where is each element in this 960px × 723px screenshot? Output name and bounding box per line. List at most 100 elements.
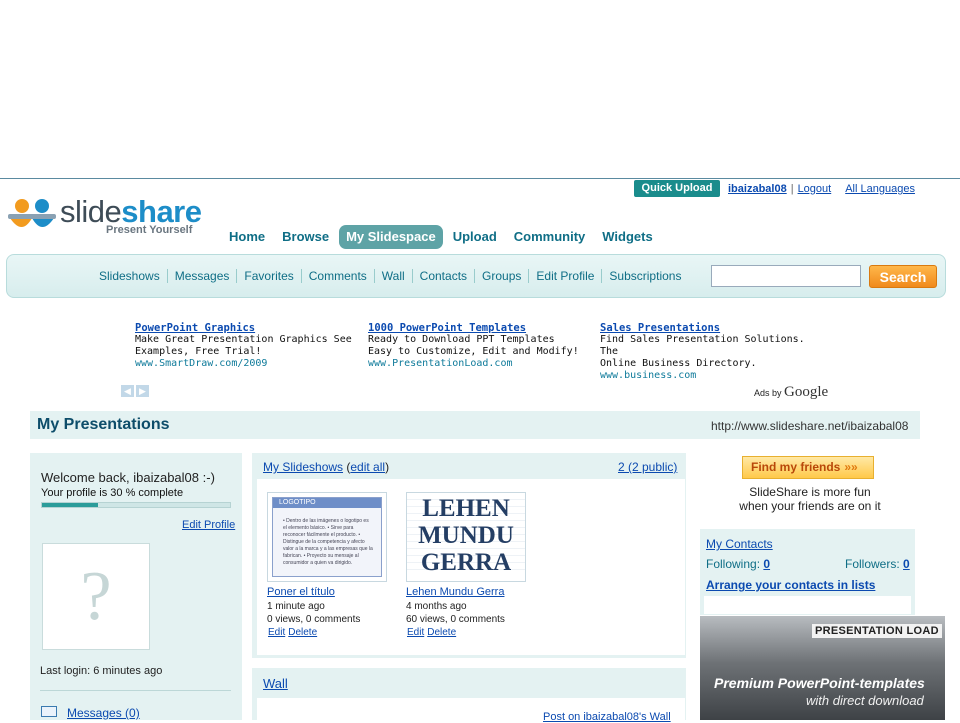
ad-line: Find Sales Presentation Solutions. The: [600, 334, 805, 357]
subnav-comments[interactable]: Comments: [300, 269, 374, 283]
find-friends-label: Find my friends: [751, 460, 841, 474]
following-stat: Following: 0: [706, 557, 770, 571]
messages-link[interactable]: Messages (0): [67, 706, 140, 720]
ads-by-google[interactable]: Ads by Google: [754, 384, 828, 401]
slideshow-stats: 0 views, 0 comments: [267, 614, 361, 625]
thumbnail-title: LOGOTIPO: [279, 499, 316, 506]
slideshow-time: 1 minute ago: [267, 601, 325, 612]
ad-pager: ◀ ▶: [121, 385, 149, 397]
ad-line: Online Business Directory.: [600, 358, 757, 369]
last-login-value: 6 minutes ago: [93, 665, 163, 677]
nav-widgets[interactable]: Widgets: [595, 225, 659, 249]
ad-title[interactable]: 1000 PowerPoint Templates: [368, 322, 593, 334]
promo-line: when your friends are on it: [739, 499, 881, 513]
nav-upload[interactable]: Upload: [446, 225, 504, 249]
my-slideshows-link[interactable]: My Slideshows: [263, 460, 343, 474]
nav-home[interactable]: Home: [222, 225, 272, 249]
ad-prev-icon[interactable]: ◀: [121, 385, 134, 397]
arrange-contacts-link[interactable]: Arrange your contacts in lists: [706, 578, 875, 592]
slideshow-meta: 1 minute ago 0 views, 0 comments: [267, 600, 360, 626]
edit-link[interactable]: Edit: [268, 627, 285, 638]
subnav-groups[interactable]: Groups: [474, 269, 528, 283]
ad-next-icon[interactable]: ▶: [136, 385, 149, 397]
following-label: Following:: [706, 557, 761, 571]
ad-line: Examples, Free Trial!: [135, 346, 262, 357]
edit-all-link[interactable]: edit all: [350, 460, 385, 474]
subnav-messages[interactable]: Messages: [166, 269, 237, 283]
ad-line: Ready to Download PPT Templates: [368, 334, 555, 345]
double-arrow-icon: »»: [844, 460, 858, 474]
slideshow-count-link[interactable]: 2 (2 public): [618, 460, 677, 474]
ad-url[interactable]: www.PresentationLoad.com: [368, 358, 593, 370]
slideshow-title-link[interactable]: Poner el título: [267, 586, 335, 598]
followers-count-link[interactable]: 0: [903, 557, 910, 571]
delete-link[interactable]: Delete: [288, 627, 317, 638]
promo-line: SlideShare is more fun: [749, 485, 871, 499]
top-account-links: ibaizabal08 | Logout All Languages: [728, 183, 915, 195]
logo-tagline: Present Yourself: [106, 224, 193, 236]
welcome-text: Welcome back, ibaizabal08 :-): [41, 470, 215, 485]
ad-title[interactable]: PowerPoint Graphics: [135, 322, 360, 334]
followers-stat: Followers: 0: [845, 557, 910, 571]
wall-link[interactable]: Wall: [263, 676, 288, 691]
last-login-label: Last login:: [40, 665, 91, 677]
banner-subline: with direct download: [806, 693, 924, 708]
ads-by-brand: Google: [784, 384, 829, 400]
banner-logo: PRESENTATION LOAD: [812, 624, 942, 638]
slideshow-title-link[interactable]: Lehen Mundu Gerra: [406, 586, 504, 598]
slideshow-stats: 60 views, 0 comments: [406, 614, 505, 625]
subnav-subscriptions[interactable]: Subscriptions: [601, 269, 688, 283]
nav-browse[interactable]: Browse: [275, 225, 336, 249]
following-count-link[interactable]: 0: [763, 557, 770, 571]
friends-promo-text: SlideShare is more fun when your friends…: [706, 485, 914, 513]
languages-link[interactable]: All Languages: [845, 183, 915, 195]
divider: [40, 690, 231, 691]
subnav-wall[interactable]: Wall: [373, 269, 412, 283]
ad-block[interactable]: PowerPoint Graphics Make Great Presentat…: [135, 322, 360, 370]
subnav-contacts[interactable]: Contacts: [411, 269, 474, 283]
subnav-favorites[interactable]: Favorites: [236, 269, 300, 283]
quick-upload-button[interactable]: Quick Upload: [634, 180, 720, 197]
profile-completeness: Your profile is 30 % complete: [41, 487, 184, 499]
search-button[interactable]: Search: [869, 265, 937, 288]
search-input[interactable]: [711, 265, 861, 287]
last-login: Last login: 6 minutes ago: [40, 665, 162, 677]
profile-progress-fill: [42, 503, 98, 507]
subnav-slideshows[interactable]: Slideshows: [92, 269, 167, 283]
profile-url: http://www.slideshare.net/ibaizabal08: [711, 419, 909, 433]
sub-nav: Slideshows Messages Favorites Comments W…: [92, 269, 688, 283]
main-nav: Home Browse My Slidespace Upload Communi…: [222, 225, 663, 249]
contacts-content: [704, 596, 911, 614]
ad-block[interactable]: Sales Presentations Find Sales Presentat…: [600, 322, 825, 382]
thumbnail-slide: LOGOTIPO • Dentro de las imágenes o logo…: [272, 497, 382, 577]
username-link[interactable]: ibaizabal08: [728, 183, 787, 195]
slideshare-logo-icon[interactable]: [8, 192, 58, 238]
nav-community[interactable]: Community: [507, 225, 593, 249]
frame-top-border: [0, 178, 960, 179]
slideshow-thumbnail[interactable]: LEHEN MUNDU GERRA: [406, 492, 526, 582]
post-on-wall-link[interactable]: Post on ibaizabal08's Wall: [543, 711, 671, 723]
my-contacts-link[interactable]: My Contacts: [706, 537, 773, 551]
ad-line: Make Great Presentation Graphics See: [135, 334, 352, 345]
delete-link[interactable]: Delete: [427, 627, 456, 638]
ad-line: Easy to Customize, Edit and Modify!: [368, 346, 579, 357]
subnav-edit-profile[interactable]: Edit Profile: [528, 269, 601, 283]
ad-title[interactable]: Sales Presentations: [600, 322, 825, 334]
ad-url[interactable]: www.business.com: [600, 370, 825, 382]
ad-block[interactable]: 1000 PowerPoint Templates Ready to Downl…: [368, 322, 593, 370]
nav-my-slidespace[interactable]: My Slidespace: [339, 225, 443, 249]
find-friends-button[interactable]: Find my friends»»: [742, 456, 874, 479]
ad-url[interactable]: www.SmartDraw.com/2009: [135, 358, 360, 370]
slideshow-thumbnail[interactable]: LOGOTIPO • Dentro de las imágenes o logo…: [267, 492, 387, 582]
separator: |: [790, 183, 794, 195]
edit-link[interactable]: Edit: [407, 627, 424, 638]
thumbnail-title: LEHEN MUNDU GERRA: [407, 495, 525, 576]
presentationload-banner-ad[interactable]: PRESENTATION LOAD Premium PowerPoint-tem…: [700, 616, 945, 720]
envelope-icon: [41, 706, 57, 717]
edit-profile-link[interactable]: Edit Profile: [182, 519, 235, 531]
avatar[interactable]: ?: [42, 543, 150, 650]
slideshows-heading: My Slideshows (edit all): [263, 460, 389, 474]
slideshow-time: 4 months ago: [406, 601, 467, 612]
logout-link[interactable]: Logout: [798, 183, 832, 195]
page-title: My Presentations: [37, 416, 170, 433]
